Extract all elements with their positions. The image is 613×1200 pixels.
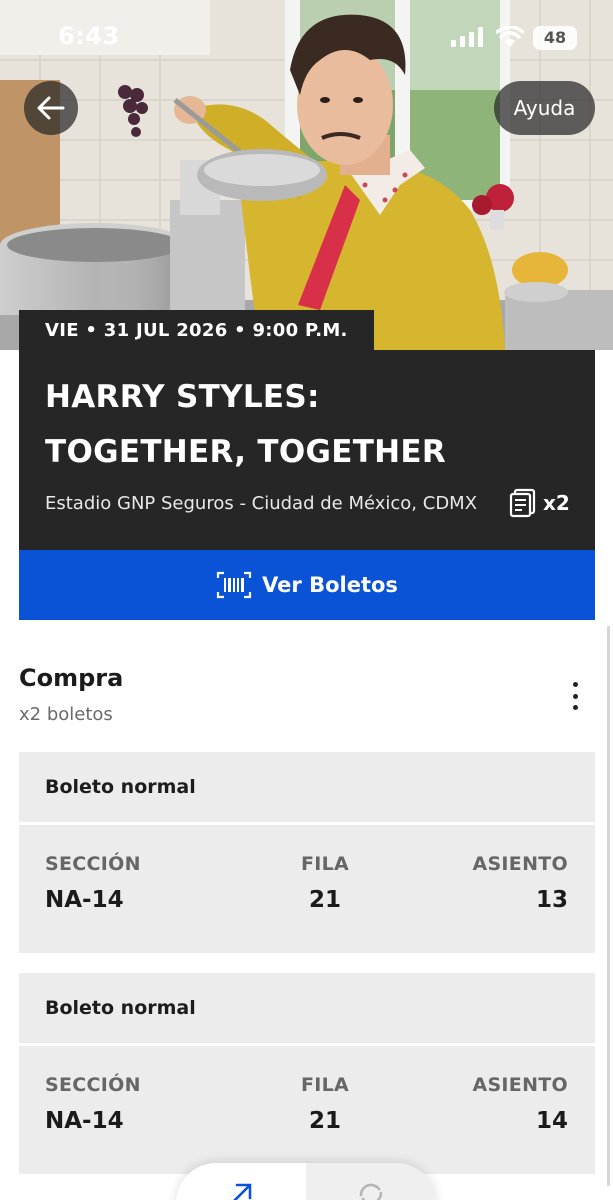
ticket-count: x2 — [509, 488, 570, 518]
status-time: 6:43 — [58, 22, 120, 50]
barcode-icon — [216, 571, 252, 599]
event-card: HARRY STYLES: TOGETHER, TOGETHER Estadio… — [19, 350, 595, 550]
section-column: SECCIÓN NA-14 — [45, 853, 141, 913]
ticket-count-label: x2 — [543, 491, 570, 515]
bottom-action-bar — [176, 1163, 436, 1200]
seat-column: ASIENTO 14 — [472, 1074, 568, 1134]
ticket-type: Boleto normal — [45, 997, 196, 1019]
event-title: HARRY STYLES: TOGETHER, TOGETHER — [45, 370, 565, 480]
arrow-up-right-icon — [233, 1183, 252, 1200]
ticket-icon — [509, 488, 536, 518]
back-button[interactable] — [24, 81, 78, 135]
ticket-2-details[interactable]: SECCIÓN NA-14 FILA 21 ASIENTO 14 — [19, 1046, 595, 1174]
more-dot-icon — [572, 693, 578, 699]
section-column: SECCIÓN NA-14 — [45, 1074, 141, 1134]
row-value: 21 — [308, 887, 341, 913]
more-dot-icon — [572, 705, 578, 710]
purchase-subtitle: x2 boletos — [19, 704, 113, 725]
section-label: SECCIÓN — [45, 853, 141, 875]
resell-button[interactable] — [306, 1163, 436, 1200]
refresh-icon — [359, 1183, 383, 1200]
event-venue: Estadio GNP Seguros - Ciudad de México, … — [45, 493, 478, 514]
view-tickets-button[interactable]: Ver Boletos — [19, 550, 595, 620]
help-button[interactable]: Ayuda — [494, 81, 595, 135]
arrow-left-icon — [37, 96, 65, 120]
cellular-signal-icon — [451, 27, 483, 47]
transfer-button[interactable] — [176, 1163, 306, 1200]
scrollbar[interactable] — [607, 626, 610, 1186]
ticket-1-details[interactable]: SECCIÓN NA-14 FILA 21 ASIENTO 13 — [19, 825, 595, 953]
row-label: FILA — [300, 1074, 350, 1096]
view-tickets-label: Ver Boletos — [262, 573, 398, 597]
more-options-button[interactable] — [562, 678, 588, 714]
wifi-icon — [496, 26, 524, 47]
row-column: FILA 21 — [285, 853, 365, 913]
status-bar: 6:43 48 — [0, 0, 613, 70]
seat-label: ASIENTO — [472, 1074, 568, 1096]
event-date: VIE • 31 JUL 2026 • 9:00 P.M. — [19, 310, 374, 352]
more-dot-icon — [572, 682, 578, 687]
seat-label: ASIENTO — [472, 853, 568, 875]
row-label: FILA — [300, 853, 350, 875]
ticket-type: Boleto normal — [45, 776, 196, 798]
seat-value: 13 — [535, 887, 568, 913]
ticket-2-header: Boleto normal — [19, 973, 595, 1043]
row-value: 21 — [308, 1108, 341, 1134]
ticket-1-header: Boleto normal — [19, 752, 595, 822]
section-value: NA-14 — [45, 1108, 124, 1134]
ticket-screen: 6:43 48 Ayuda VIE • 31 JUL 2026 • 9:00 P… — [0, 0, 613, 1200]
event-title-line-1: HARRY STYLES: — [45, 379, 320, 415]
section-label: SECCIÓN — [45, 1074, 141, 1096]
event-title-line-2: TOGETHER, TOGETHER — [45, 434, 447, 470]
purchase-title: Compra — [19, 664, 124, 692]
section-value: NA-14 — [45, 887, 124, 913]
row-column: FILA 21 — [285, 1074, 365, 1134]
battery-indicator: 48 — [533, 26, 577, 50]
seat-value: 14 — [535, 1108, 568, 1134]
seat-column: ASIENTO 13 — [472, 853, 568, 913]
